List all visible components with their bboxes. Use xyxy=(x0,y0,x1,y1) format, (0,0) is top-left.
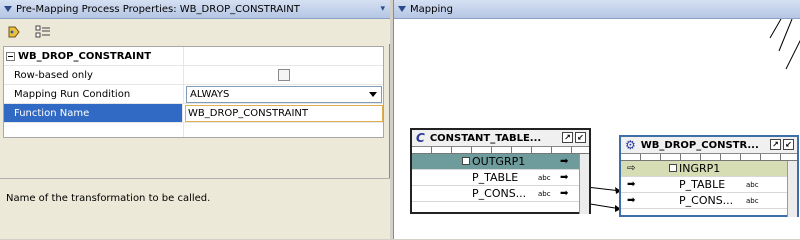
operator-title: WB_DROP_CONSTR... xyxy=(640,139,759,151)
operator-header[interactable]: ⚙ WB_DROP_CONSTR... ↗ ↙ xyxy=(621,137,797,154)
sort-icon[interactable] xyxy=(7,25,21,39)
property-key-empty xyxy=(4,123,184,137)
property-table: WB_DROP_CONSTRAINT Row-based only Mappin… xyxy=(3,46,384,138)
arrow-right-icon: ➡ xyxy=(627,195,636,206)
property-description: Name of the transformation to be called. xyxy=(0,178,390,239)
property-group-label: WB_DROP_CONSTRAINT xyxy=(18,50,152,62)
arrow-right-icon: ➡ xyxy=(627,179,636,190)
attribute-row[interactable]: P_TABLE abc ➡ xyxy=(412,170,589,186)
group-label: OUTGRP1 xyxy=(472,155,526,168)
collapse-icon[interactable] xyxy=(6,51,15,61)
constant-icon: C xyxy=(416,131,425,145)
string-type-icon: abc xyxy=(538,189,551,198)
operator-column-strip xyxy=(621,154,797,161)
function-name-field[interactable]: WB_DROP_CONSTRAINT xyxy=(185,104,383,122)
mapping-pane: Mapping C CONSTANT_TABLE... ↗ ↙ OUTGRP1 … xyxy=(393,0,800,239)
property-group-key: WB_DROP_CONSTRAINT xyxy=(4,47,184,65)
minimize-icon[interactable]: ↙ xyxy=(783,139,794,150)
property-value: WB_DROP_CONSTRAINT xyxy=(183,104,383,122)
property-row-empty xyxy=(4,123,383,137)
operator-title: CONSTANT_TABLE... xyxy=(429,132,542,144)
minimize-icon[interactable]: ↙ xyxy=(575,132,586,143)
collapse-triangle-icon[interactable] xyxy=(4,6,12,12)
operator-body: ⇨ INGRP1 ➡ P_TABLE abc ➡ P_CONS... abc xyxy=(621,161,797,217)
attribute-row[interactable]: ➡ P_TABLE abc xyxy=(621,177,797,193)
attribute-label: P_TABLE xyxy=(472,171,519,184)
constant-operator[interactable]: C CONSTANT_TABLE... ↗ ↙ OUTGRP1 ➡ P_TABL… xyxy=(410,128,591,214)
property-toolbar xyxy=(0,19,390,44)
property-key: Row-based only xyxy=(4,66,184,84)
row-based-only-checkbox[interactable] xyxy=(278,69,290,81)
property-inspector-pane: Pre-Mapping Process Properties: WB_DROP_… xyxy=(0,0,390,239)
group-row[interactable]: ⇨ INGRP1 xyxy=(621,161,797,177)
operator-scrollbar[interactable] xyxy=(579,154,589,214)
operator-header-buttons: ↗ ↙ xyxy=(562,132,586,143)
pin-icon[interactable]: ▾ xyxy=(380,4,385,14)
attribute-row[interactable]: ➡ P_CONS... abc xyxy=(621,193,797,209)
attribute-label: P_CONS... xyxy=(679,194,734,207)
maximize-icon[interactable]: ↗ xyxy=(562,132,573,143)
arrow-right-icon: ➡ xyxy=(560,172,569,183)
attribute-row[interactable]: P_CONS... abc ➡ xyxy=(412,186,589,202)
arrow-right-icon: ⇨ xyxy=(627,163,636,174)
attribute-label: P_CONS... xyxy=(472,187,527,200)
mapping-run-condition-select[interactable]: ALWAYS xyxy=(186,85,382,103)
property-row-row-based-only: Row-based only xyxy=(4,66,383,85)
categorize-icon[interactable] xyxy=(35,25,50,39)
string-type-icon: abc xyxy=(538,173,551,182)
operator-header-buttons: ↗ ↙ xyxy=(770,139,794,150)
property-value: ALWAYS xyxy=(184,85,383,103)
operator-header[interactable]: C CONSTANT_TABLE... ↗ ↙ xyxy=(412,130,589,147)
property-value xyxy=(184,66,383,84)
mapping-canvas[interactable]: C CONSTANT_TABLE... ↗ ↙ OUTGRP1 ➡ P_TABL… xyxy=(394,19,800,239)
operator-body: OUTGRP1 ➡ P_TABLE abc ➡ P_CONS... abc ➡ xyxy=(412,154,589,214)
property-row-mapping-run-condition: Mapping Run Condition ALWAYS xyxy=(4,85,383,104)
transformation-icon: ⚙ xyxy=(625,138,636,152)
mapping-run-condition-value: ALWAYS xyxy=(190,88,230,100)
property-value-empty xyxy=(184,123,383,137)
arrow-right-icon: ➡ xyxy=(560,188,569,199)
collapse-icon[interactable] xyxy=(462,157,470,165)
arrow-right-icon: ➡ xyxy=(560,156,569,167)
group-row[interactable]: OUTGRP1 ➡ xyxy=(412,154,589,170)
property-inspector-title-bar: Pre-Mapping Process Properties: WB_DROP_… xyxy=(0,0,390,19)
property-group-header[interactable]: WB_DROP_CONSTRAINT xyxy=(4,47,383,66)
attribute-label: P_TABLE xyxy=(679,178,726,191)
string-type-icon: abc xyxy=(746,180,759,189)
maximize-icon[interactable]: ↗ xyxy=(770,139,781,150)
transformation-operator[interactable]: ⚙ WB_DROP_CONSTR... ↗ ↙ ⇨ INGRP1 ➡ P_TAB… xyxy=(619,135,799,217)
property-row-function-name: Function Name WB_DROP_CONSTRAINT xyxy=(4,104,383,123)
operator-scrollbar[interactable] xyxy=(787,161,797,217)
mapping-title-bar: Mapping xyxy=(394,0,800,19)
group-label: INGRP1 xyxy=(679,162,721,175)
property-key[interactable]: Function Name xyxy=(4,104,183,122)
collapse-icon[interactable] xyxy=(669,164,677,172)
operator-column-strip xyxy=(412,147,589,154)
property-group-value xyxy=(184,47,383,65)
property-inspector-title: Pre-Mapping Process Properties: WB_DROP_… xyxy=(16,3,300,15)
mapping-title: Mapping xyxy=(410,3,453,15)
property-key: Mapping Run Condition xyxy=(4,85,184,103)
string-type-icon: abc xyxy=(746,196,759,205)
collapse-triangle-icon[interactable] xyxy=(398,6,406,12)
chevron-down-icon[interactable] xyxy=(369,91,377,97)
